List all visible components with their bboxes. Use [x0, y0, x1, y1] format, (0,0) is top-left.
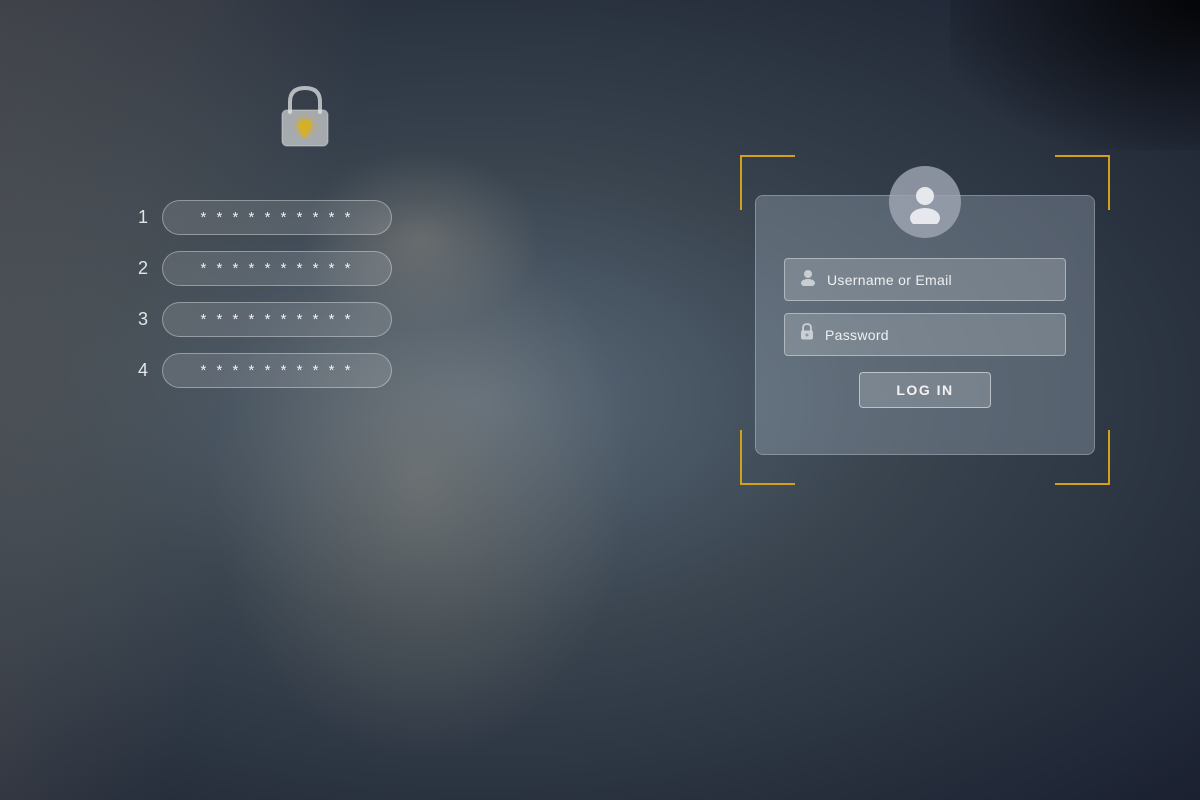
password-field-2: * * * * * * * * * *: [162, 251, 392, 286]
avatar: [889, 166, 961, 238]
password-row-4: 4 * * * * * * * * * *: [130, 353, 392, 388]
username-input-row[interactable]: Username or Email: [784, 258, 1066, 301]
row-number-3: 3: [130, 309, 148, 330]
username-placeholder: Username or Email: [827, 272, 952, 288]
password-field-1: * * * * * * * * * *: [162, 200, 392, 235]
password-row-1: 1 * * * * * * * * * *: [130, 200, 392, 235]
password-input-row[interactable]: Password: [784, 313, 1066, 356]
login-panel: Username or Email Password LOG IN: [740, 155, 1110, 485]
lock-input-icon: [799, 323, 815, 346]
row-number-1: 1: [130, 207, 148, 228]
dark-corner: [950, 0, 1200, 150]
password-field-3: * * * * * * * * * *: [162, 302, 392, 337]
password-row-2: 2 * * * * * * * * * *: [130, 251, 392, 286]
password-field-4: * * * * * * * * * *: [162, 353, 392, 388]
login-button[interactable]: LOG IN: [859, 372, 990, 408]
password-row-3: 3 * * * * * * * * * *: [130, 302, 392, 337]
password-panel: 1 * * * * * * * * * * 2 * * * * * * * * …: [130, 200, 392, 388]
row-number-2: 2: [130, 258, 148, 279]
row-number-4: 4: [130, 360, 148, 381]
lock-icon: [270, 80, 340, 165]
login-card: Username or Email Password LOG IN: [755, 195, 1095, 455]
password-placeholder: Password: [825, 327, 889, 343]
user-icon: [799, 268, 817, 291]
